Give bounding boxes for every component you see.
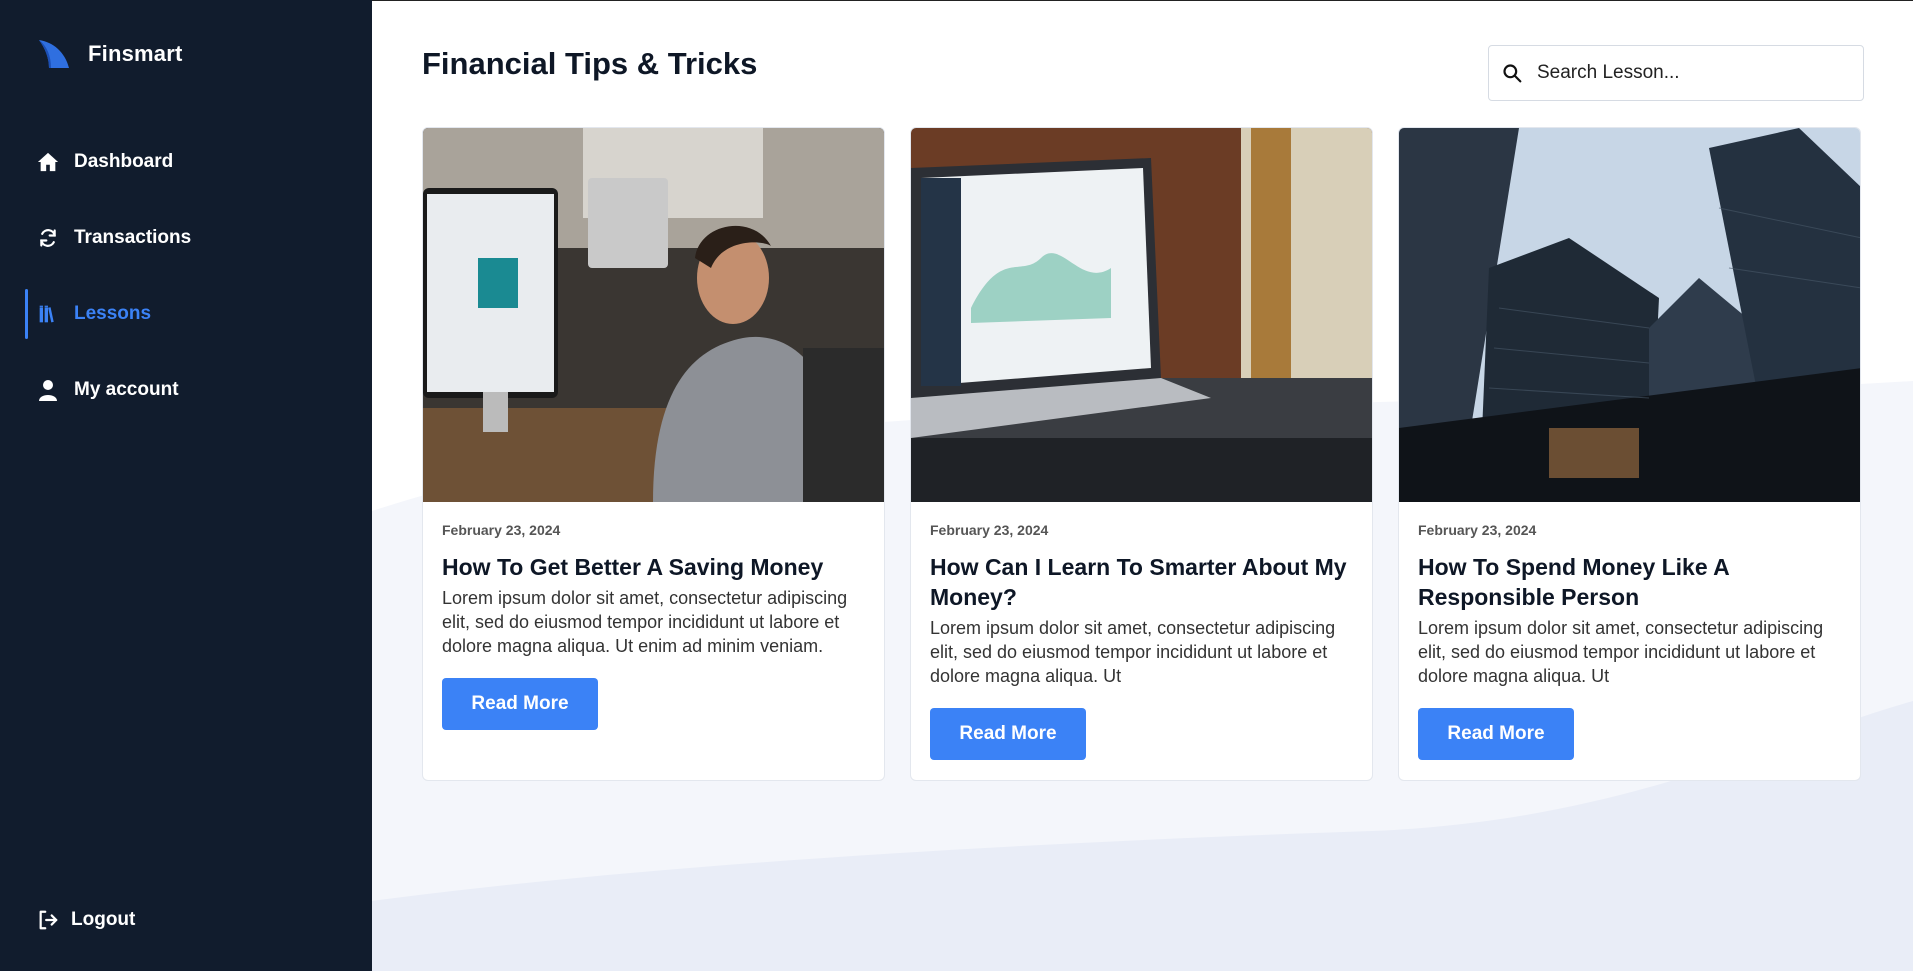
main-content: Financial Tips & Tricks Search Lesson...… (372, 0, 1913, 971)
sidebar-item-label: Dashboard (74, 151, 174, 172)
sidebar-item-transactions[interactable]: Transactions (0, 213, 372, 263)
sidebar-item-label: Lessons (74, 303, 152, 324)
lesson-card: February 23, 2024 How Can I Learn To Sma… (910, 127, 1373, 781)
logout-label: Logout (71, 909, 136, 930)
search-box[interactable] (1488, 45, 1864, 101)
books-icon (36, 302, 60, 326)
card-title[interactable]: How Can I Learn To Smarter About My Mone… (930, 552, 1353, 612)
sidebar-nav: Dashboard Transactions Lessons My accoun… (0, 137, 372, 441)
card-date: February 23, 2024 (1418, 522, 1537, 538)
card-text: Lorem ipsum dolor sit amet, consectetur … (442, 588, 848, 656)
card-title[interactable]: How To Spend Money Like A Responsible Pe… (1418, 552, 1841, 612)
card-body: February 23, 2024 How To Get Better A Sa… (423, 502, 884, 750)
page-title: Financial Tips & Tricks (422, 46, 758, 81)
brand-name: Finsmart (88, 41, 183, 66)
card-date: February 23, 2024 (442, 522, 561, 538)
sidebar-item-label: My account (74, 379, 179, 400)
read-more-button[interactable]: Read More (442, 678, 598, 730)
sidebar: Finsmart Dashboard Transactions Lessons … (0, 0, 372, 971)
shark-fin-logo-icon (39, 40, 69, 68)
card-text: Lorem ipsum dolor sit amet, consectetur … (930, 618, 1336, 686)
sidebar-item-my-account[interactable]: My account (0, 365, 372, 415)
logout-button[interactable]: Logout (36, 908, 135, 932)
search-icon (1501, 62, 1523, 84)
skyscrapers-photo (1399, 128, 1860, 502)
lesson-card: February 23, 2024 How To Get Better A Sa… (422, 127, 885, 781)
read-more-button[interactable]: Read More (1418, 708, 1574, 760)
user-icon (36, 378, 60, 402)
laptop-dashboard-photo (911, 128, 1372, 502)
card-text: Lorem ipsum dolor sit amet, consectetur … (1418, 618, 1824, 686)
home-icon (36, 150, 60, 174)
read-more-button[interactable]: Read More (930, 708, 1086, 760)
refresh-icon (36, 226, 60, 250)
card-body: February 23, 2024 How To Spend Money Lik… (1399, 502, 1860, 780)
lesson-cards: February 23, 2024 How To Get Better A Sa… (422, 127, 1861, 781)
card-date: February 23, 2024 (930, 522, 1049, 538)
brand[interactable]: Finsmart (37, 38, 183, 70)
card-body: February 23, 2024 How Can I Learn To Sma… (911, 502, 1372, 780)
sidebar-item-label: Transactions (74, 227, 192, 248)
sidebar-item-lessons[interactable]: Lessons (0, 289, 372, 339)
search-input[interactable] (1537, 62, 1837, 84)
card-title[interactable]: How To Get Better A Saving Money (442, 552, 865, 582)
office-worker-photo (423, 128, 884, 502)
logout-icon (36, 908, 60, 932)
lesson-card: February 23, 2024 How To Spend Money Lik… (1398, 127, 1861, 781)
sidebar-item-dashboard[interactable]: Dashboard (0, 137, 372, 187)
